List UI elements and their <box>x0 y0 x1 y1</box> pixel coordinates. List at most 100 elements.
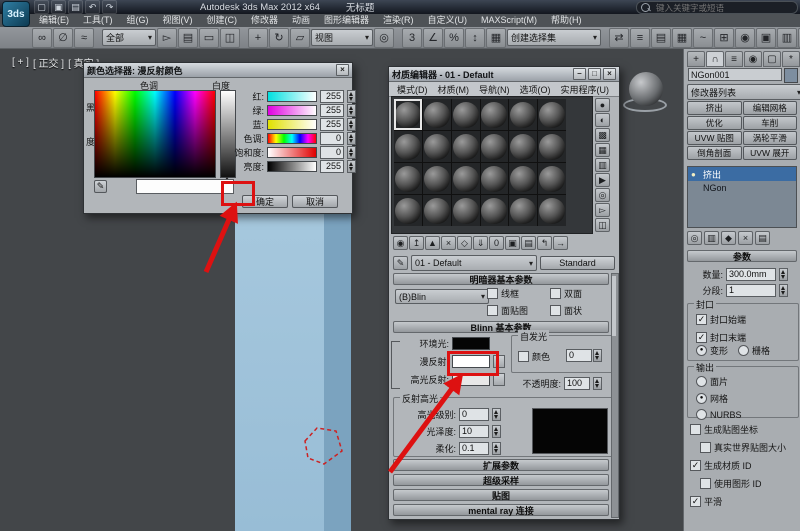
channel-slider[interactable] <box>267 132 317 144</box>
video-color-check-icon[interactable]: ▥ <box>595 158 610 172</box>
menu-item[interactable]: 渲染(R) <box>376 14 421 27</box>
capping-checkbox[interactable]: ✓ 封口始端 <box>696 313 746 326</box>
render-setup-icon[interactable]: ▣ <box>756 27 776 48</box>
material-sample-slot[interactable] <box>422 195 451 226</box>
material-sample-slot[interactable] <box>451 131 480 162</box>
modifier-button[interactable]: 车削 <box>742 116 797 130</box>
material-name-dropdown[interactable]: 01 - Default ▾ <box>411 255 537 271</box>
menu-item[interactable]: 帮助(H) <box>544 14 589 27</box>
selection-filter-dropdown[interactable]: 全部 ▾ <box>102 29 156 46</box>
tab-hierarchy-icon[interactable]: ≡ <box>725 51 743 67</box>
menu-item[interactable]: MAXScript(M) <box>474 14 544 27</box>
channel-spinner[interactable] <box>347 145 356 159</box>
spinner-snap-icon[interactable]: ↕ <box>465 27 485 48</box>
object-color-swatch[interactable] <box>784 68 798 83</box>
material-map-navigator-icon[interactable]: ◫ <box>595 218 610 232</box>
background-icon[interactable]: ▩ <box>595 128 610 142</box>
material-sample-slot[interactable] <box>480 195 509 226</box>
menu-item[interactable]: 创建(C) <box>200 14 245 27</box>
material-sample-slot[interactable] <box>451 195 480 226</box>
select-and-rotate-icon[interactable]: ↻ <box>269 27 289 48</box>
segments-value[interactable]: 1 <box>726 284 776 297</box>
opacity-value[interactable]: 100 <box>564 377 590 390</box>
material-sample-slot[interactable] <box>509 163 538 194</box>
menu-item[interactable]: 组(G) <box>120 14 156 27</box>
graphite-ribbon-icon[interactable]: ▦ <box>672 27 692 48</box>
named-selection-sets-icon[interactable]: ▦ <box>486 27 506 48</box>
lightbulb-icon[interactable]: ● <box>691 170 700 179</box>
tab-motion-icon[interactable]: ◉ <box>744 51 762 67</box>
modifier-stack-item[interactable]: ● 挤出 <box>688 167 796 181</box>
material-sample-slot[interactable] <box>451 163 480 194</box>
rollout-header[interactable]: mental ray 连接 <box>393 504 609 516</box>
material-editor-menu-item[interactable]: 导航(N) <box>474 83 515 96</box>
select-and-link-icon[interactable]: ∞ <box>32 27 52 48</box>
material-editor-menu-item[interactable]: 选项(O) <box>515 83 556 96</box>
menu-item[interactable]: 修改器 <box>244 14 285 27</box>
undo-icon[interactable]: ↶ <box>85 0 100 14</box>
channel-spinner[interactable] <box>347 103 356 117</box>
tab-display-icon[interactable]: ▢ <box>763 51 781 67</box>
remove-modifier-icon[interactable]: × <box>738 231 753 245</box>
material-sample-slot[interactable] <box>394 131 422 162</box>
material-sample-slot[interactable] <box>394 195 422 226</box>
go-to-parent-icon[interactable]: ↰ <box>537 236 552 250</box>
material-editor-icon[interactable]: ◉ <box>735 27 755 48</box>
backlight-icon[interactable]: ◐ <box>595 113 610 127</box>
capping-radio[interactable]: ● 变形 <box>696 344 728 357</box>
channel-slider[interactable] <box>267 146 317 158</box>
channel-value[interactable]: 0 <box>320 145 344 159</box>
make-preview-icon[interactable]: ▶ <box>595 173 610 187</box>
modifier-button[interactable]: 优化 <box>687 116 742 130</box>
assign-material-to-selection-icon[interactable]: ▲ <box>425 236 440 250</box>
show-map-in-viewport-icon[interactable]: ▣ <box>505 236 520 250</box>
channel-value[interactable]: 255 <box>320 117 344 131</box>
menu-item[interactable]: 动画 <box>285 14 317 27</box>
channel-slider[interactable] <box>267 90 317 102</box>
material-sample-slot[interactable] <box>538 163 566 194</box>
material-sample-slot[interactable] <box>480 163 509 194</box>
color-selector-titlebar[interactable]: 颜色选择器: 漫反射颜色 × <box>84 63 352 78</box>
maximize-icon[interactable]: □ <box>588 68 601 80</box>
select-by-name-icon[interactable]: ▤ <box>178 27 198 48</box>
self-illumination-spinner[interactable] <box>593 349 602 362</box>
minimize-icon[interactable]: – <box>573 68 586 80</box>
close-icon[interactable]: × <box>603 68 616 80</box>
get-material-icon[interactable]: ◉ <box>393 236 408 250</box>
segments-spinner[interactable] <box>779 284 788 297</box>
material-type-button[interactable]: Standard <box>540 256 615 270</box>
viewcube-gizmo[interactable] <box>622 70 670 114</box>
shader-basic-params-rollout[interactable]: 明暗器基本参数 <box>393 273 609 285</box>
output-radio[interactable]: NURBS <box>696 409 742 420</box>
material-sample-slot[interactable] <box>538 99 566 130</box>
menu-item[interactable]: 图形编辑器 <box>317 14 376 27</box>
material-sample-slot[interactable] <box>509 131 538 162</box>
tab-modify-icon[interactable]: ∩ <box>706 51 724 67</box>
material-editor-menu-item[interactable]: 实用程序(U) <box>556 83 615 96</box>
material-sample-slot[interactable] <box>422 163 451 194</box>
tab-utilities-icon[interactable]: * <box>782 51 800 67</box>
hue-saturation-field[interactable] <box>94 90 216 178</box>
make-unique-icon[interactable]: ◆ <box>721 231 736 245</box>
amount-spinner[interactable] <box>779 268 788 281</box>
material-editor-scrollbar[interactable] <box>611 273 619 518</box>
material-sample-slot[interactable] <box>422 99 451 130</box>
highlight-spinner[interactable] <box>492 425 501 438</box>
curve-editor-icon[interactable]: ~ <box>693 27 713 48</box>
named-selection-sets-dropdown[interactable]: 创建选择集 ▾ <box>507 29 601 46</box>
sample-type-icon[interactable]: ● <box>595 98 610 112</box>
material-sample-slot[interactable] <box>394 163 422 194</box>
channel-value[interactable]: 255 <box>320 89 344 103</box>
search-input[interactable] <box>654 1 793 14</box>
new-scene-icon[interactable]: ▢ <box>34 0 49 14</box>
option-checkbox[interactable]: ✓ 生成材质 ID <box>690 459 786 472</box>
capping-radio[interactable]: 栅格 <box>738 344 770 357</box>
menu-item[interactable]: 工具(T) <box>76 14 120 27</box>
material-sample-slot[interactable] <box>422 131 451 162</box>
shader-flag-checkbox[interactable]: 面贴图 <box>487 304 550 317</box>
rollout-header[interactable]: 贴图 <box>393 489 609 501</box>
channel-spinner[interactable] <box>347 117 356 131</box>
eyedropper-icon[interactable]: ✎ <box>94 180 107 193</box>
option-checkbox[interactable]: 使用图形 ID <box>700 477 786 490</box>
material-id-channel-icon[interactable]: 0 <box>489 236 504 250</box>
